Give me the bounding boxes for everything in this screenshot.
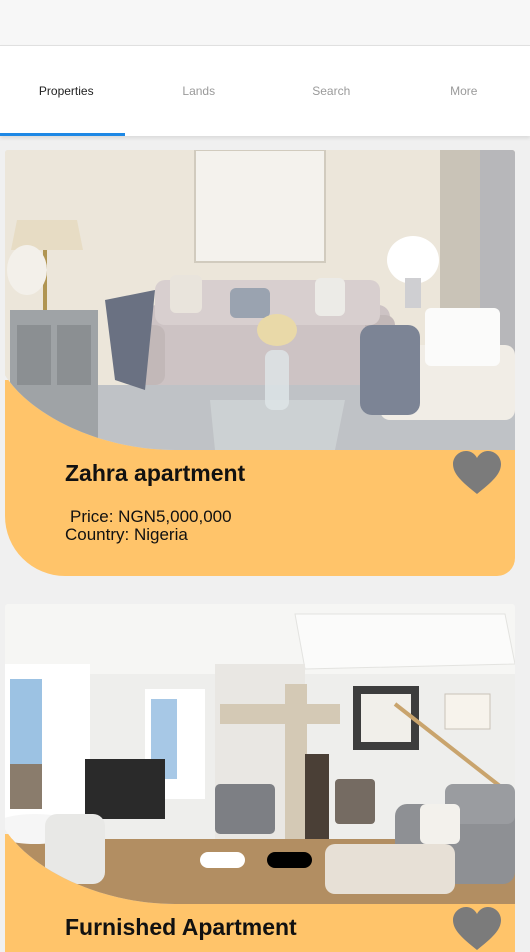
tab-properties-label: Properties — [38, 84, 94, 98]
carousel-dot-active[interactable] — [200, 852, 245, 868]
carousel-dot[interactable] — [267, 852, 312, 868]
property-photo — [5, 150, 515, 450]
tab-more[interactable]: More — [398, 46, 530, 136]
property-country: Country: Nigeria — [65, 525, 188, 544]
tab-bar: Properties Lands Search More — [0, 46, 530, 136]
property-card[interactable]: Furnished Apartment — [5, 604, 515, 952]
property-title: Furnished Apartment — [65, 914, 297, 940]
tab-more-label: More — [450, 84, 478, 98]
property-price: Price: NGN5,000,000 — [70, 507, 232, 526]
property-details: Price: NGN5,000,000 Country: Nigeria — [65, 508, 232, 544]
property-feed[interactable]: Zahra apartment Price: NGN5,000,000 Coun… — [0, 136, 530, 952]
property-card[interactable]: Zahra apartment Price: NGN5,000,000 Coun… — [5, 150, 515, 576]
carousel-indicator — [200, 852, 330, 868]
tab-search-label: Search — [312, 84, 351, 98]
property-title: Zahra apartment — [65, 460, 246, 486]
tab-lands[interactable]: Lands — [133, 46, 266, 136]
tab-lands-label: Lands — [182, 84, 216, 98]
heart-icon[interactable] — [453, 907, 501, 951]
tab-properties[interactable]: Properties — [0, 46, 133, 136]
heart-icon[interactable] — [453, 451, 501, 495]
tab-search[interactable]: Search — [265, 46, 398, 136]
app-bar — [0, 0, 530, 46]
